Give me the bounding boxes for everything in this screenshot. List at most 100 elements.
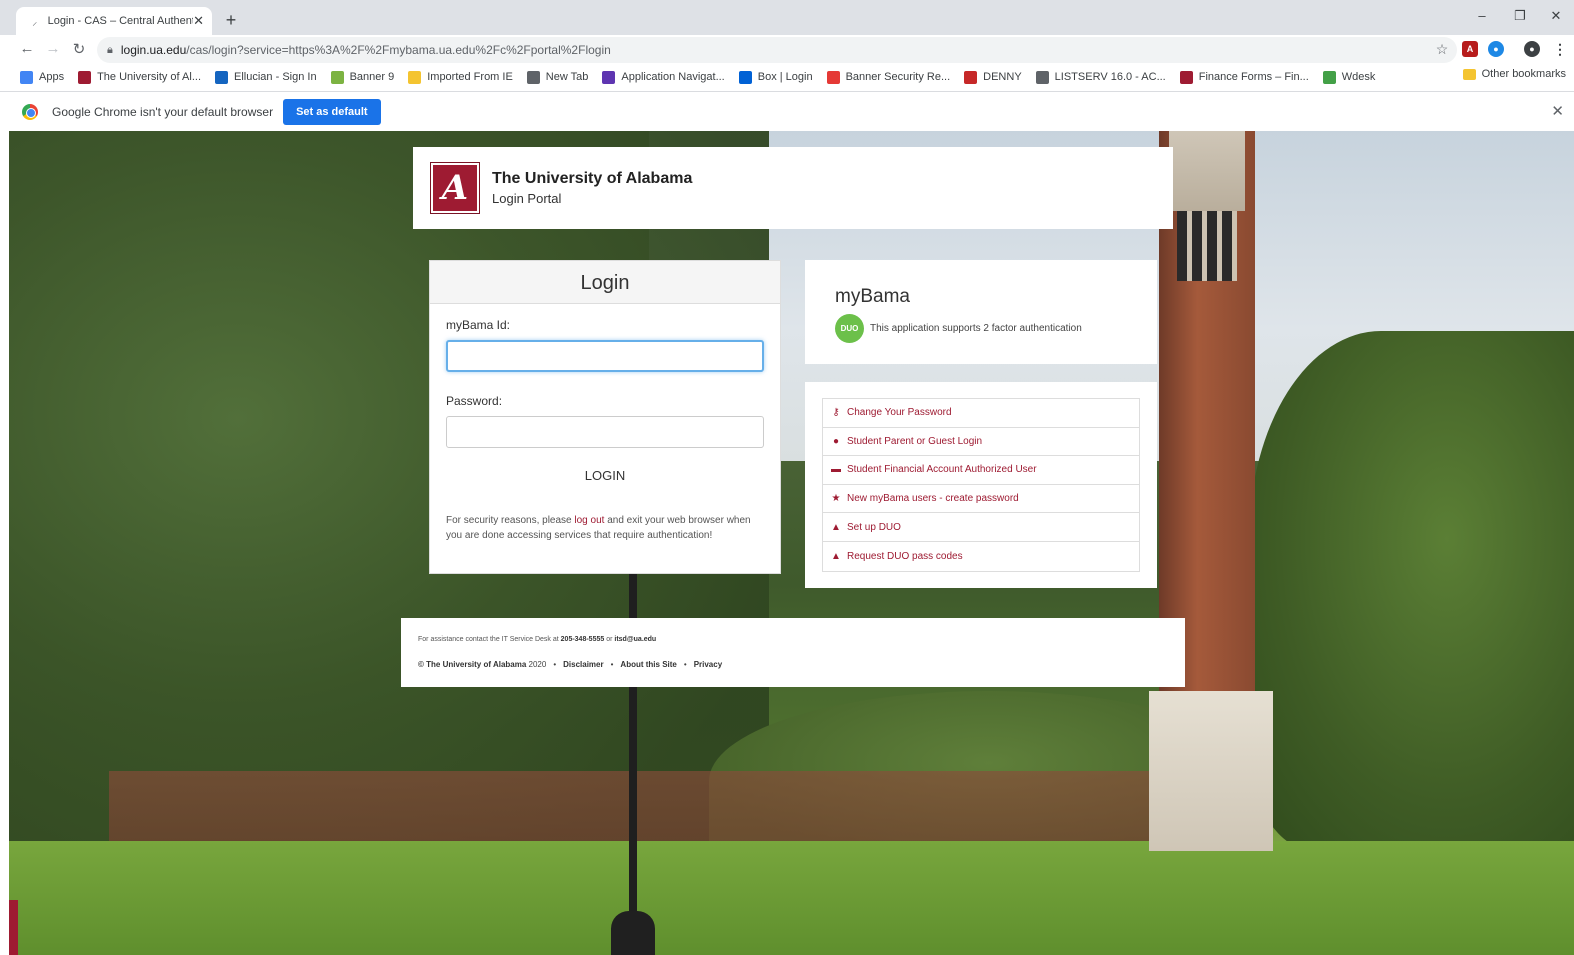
bookmark-favicon-icon bbox=[1179, 70, 1193, 84]
bookmark-item[interactable]: Wdesk bbox=[1322, 70, 1375, 84]
copyright-year: 2020 bbox=[528, 660, 547, 669]
mybama-card: myBama DUO This application supports 2 f… bbox=[805, 260, 1157, 364]
bookmark-favicon-icon bbox=[330, 70, 344, 84]
quick-link-label: Set up DUO bbox=[847, 521, 901, 533]
bookmark-label: DENNY bbox=[983, 71, 1022, 83]
quick-link-item[interactable]: ⚷ Change Your Password bbox=[823, 399, 1139, 428]
quick-link-label: Student Parent or Guest Login bbox=[847, 435, 983, 447]
mybama-id-label: myBama Id: bbox=[446, 318, 511, 332]
bookmark-item[interactable]: Banner Security Re... bbox=[826, 70, 951, 84]
password-input[interactable] bbox=[446, 416, 764, 448]
bookmark-item[interactable]: Box | Login bbox=[738, 70, 813, 84]
folder-icon bbox=[1462, 68, 1476, 80]
bookmark-label: Apps bbox=[39, 71, 65, 83]
assistance-text: For assistance contact the IT Service De… bbox=[418, 636, 1185, 643]
bookmark-item[interactable]: Banner 9 bbox=[330, 70, 394, 84]
bookmark-item[interactable]: LISTSERV 16.0 - AC... bbox=[1035, 70, 1166, 84]
quick-link-item[interactable]: ▲ Set up DUO bbox=[823, 513, 1139, 542]
portal-subtitle: Login Portal bbox=[492, 191, 562, 206]
close-infobar-icon[interactable]: ✕ bbox=[1551, 102, 1564, 120]
disclaimer-link[interactable]: Disclaimer bbox=[563, 660, 603, 669]
page-content: A The University of Alabama Login Portal… bbox=[9, 131, 1574, 955]
bookmark-item[interactable]: New Tab bbox=[526, 70, 589, 84]
quick-link-item[interactable]: ▲ Request DUO pass codes bbox=[823, 542, 1139, 571]
quick-link-item[interactable]: ● Student Parent or Guest Login bbox=[823, 428, 1139, 457]
bookmark-label: Finance Forms – Fin... bbox=[1198, 71, 1309, 83]
bookmark-favicon-icon bbox=[602, 70, 616, 84]
quick-link-item[interactable]: ★ New myBama users - create password bbox=[823, 485, 1139, 514]
bookmark-favicon-icon bbox=[964, 70, 978, 84]
new-tab-icon[interactable]: + bbox=[222, 10, 240, 31]
minimize-icon[interactable]: – bbox=[1472, 8, 1492, 23]
logout-link[interactable]: log out bbox=[574, 515, 604, 526]
mybama-id-input[interactable] bbox=[446, 340, 764, 372]
bookmark-favicon-icon bbox=[78, 70, 92, 84]
bookmark-item[interactable]: The University of Al... bbox=[78, 70, 202, 84]
tab-title: Login - CAS – Central Authentica bbox=[47, 15, 194, 27]
bookmark-label: Application Navigat... bbox=[621, 71, 725, 83]
footer-sep: • bbox=[553, 660, 557, 669]
bookmark-label: The University of Al... bbox=[97, 71, 202, 83]
bookmark-item[interactable]: Ellucian - Sign In bbox=[215, 70, 317, 84]
background-tower-top bbox=[1169, 131, 1245, 211]
url-path: /cas/login?service=https%3A%2F%2Fmybama.… bbox=[186, 43, 611, 57]
forward-icon[interactable]: → bbox=[44, 40, 62, 57]
bookmark-item[interactable]: Application Navigat... bbox=[602, 70, 725, 84]
service-desk-email[interactable]: itsd@ua.edu bbox=[614, 636, 656, 643]
quick-link-label: New myBama users - create password bbox=[847, 493, 1019, 505]
quick-link-label: Request DUO pass codes bbox=[847, 550, 963, 562]
red-corner-accent bbox=[9, 900, 18, 955]
tab-strip: ⸝ Login - CAS – Central Authentica ✕ + –… bbox=[0, 0, 1574, 35]
other-bookmarks[interactable]: Other bookmarks bbox=[1462, 68, 1566, 80]
bookmark-label: Ellucian - Sign In bbox=[234, 71, 317, 83]
profile-icon[interactable]: ● bbox=[1524, 41, 1540, 57]
tab-login[interactable]: ⸝ Login - CAS – Central Authentica ✕ bbox=[16, 7, 212, 35]
close-window-icon[interactable]: ✕ bbox=[1546, 8, 1566, 24]
address-bar[interactable]: 🔒︎ login.ua.edu/cas/login?service=https%… bbox=[97, 37, 1457, 63]
close-tab-icon[interactable]: ✕ bbox=[193, 13, 204, 29]
bookmark-star-icon[interactable]: ☆ bbox=[1427, 41, 1457, 58]
page-favicon-icon: ⸝ bbox=[32, 17, 38, 28]
key-icon: ⚷ bbox=[832, 407, 840, 419]
background-lawn bbox=[9, 841, 1574, 955]
user-icon: ● bbox=[832, 435, 840, 447]
bookmark-favicon-icon bbox=[20, 70, 33, 84]
login-button[interactable]: LOGIN bbox=[573, 462, 637, 489]
bookmark-favicon-icon bbox=[1035, 70, 1049, 84]
reload-icon[interactable]: ↻ bbox=[70, 40, 88, 58]
acrobat-extension-icon[interactable]: A bbox=[1462, 41, 1478, 57]
restore-icon[interactable]: ❐ bbox=[1510, 8, 1530, 24]
default-browser-infobar: Google Chrome isn't your default browser… bbox=[0, 91, 1574, 131]
security-text-pre: For security reasons, please bbox=[446, 515, 575, 526]
url-host: login.ua.edu bbox=[120, 43, 187, 57]
bookmark-item[interactable]: Apps bbox=[20, 70, 65, 84]
bookmark-label: Banner Security Re... bbox=[845, 71, 951, 83]
quick-link-item[interactable]: ▬ Student Financial Account Authorized Us… bbox=[823, 456, 1139, 485]
infobar-text: Google Chrome isn't your default browser bbox=[52, 104, 274, 119]
bookmark-item[interactable]: Imported From IE bbox=[408, 70, 513, 84]
background-trees-right bbox=[1249, 331, 1574, 851]
university-title: The University of Alabama bbox=[492, 170, 693, 187]
background-tower-base bbox=[1149, 691, 1273, 851]
bookmark-favicon-icon bbox=[408, 70, 422, 84]
menu-kebab-icon[interactable]: ⋮ bbox=[1552, 41, 1568, 57]
bookmark-label: New Tab bbox=[545, 71, 589, 83]
assist-mid: or bbox=[604, 636, 615, 643]
bookmark-favicon-icon bbox=[826, 70, 840, 84]
back-icon[interactable]: ← bbox=[18, 40, 36, 57]
password-label: Password: bbox=[446, 394, 503, 408]
extension-icon[interactable]: ● bbox=[1488, 41, 1504, 57]
set-as-default-button[interactable]: Set as default bbox=[283, 98, 381, 125]
browser-toolbar: ← → ↻ 🔒︎ login.ua.edu/cas/login?service=… bbox=[0, 35, 1574, 65]
bookmark-favicon-icon bbox=[526, 70, 540, 84]
bookmark-item[interactable]: Finance Forms – Fin... bbox=[1179, 70, 1309, 84]
about-site-link[interactable]: About this Site bbox=[620, 660, 676, 669]
bookmark-item[interactable]: DENNY bbox=[964, 70, 1022, 84]
background-tower-windows bbox=[1177, 211, 1237, 281]
privacy-link[interactable]: Privacy bbox=[694, 660, 722, 669]
service-desk-phone: 205-348-5555 bbox=[560, 636, 605, 643]
bookmark-favicon-icon bbox=[1322, 70, 1336, 84]
bookmarks-bar: Apps The University of Al... Ellucian - Si… bbox=[0, 65, 1574, 89]
other-bookmarks-label: Other bookmarks bbox=[1481, 68, 1566, 80]
quick-link-label: Change Your Password bbox=[847, 407, 952, 419]
